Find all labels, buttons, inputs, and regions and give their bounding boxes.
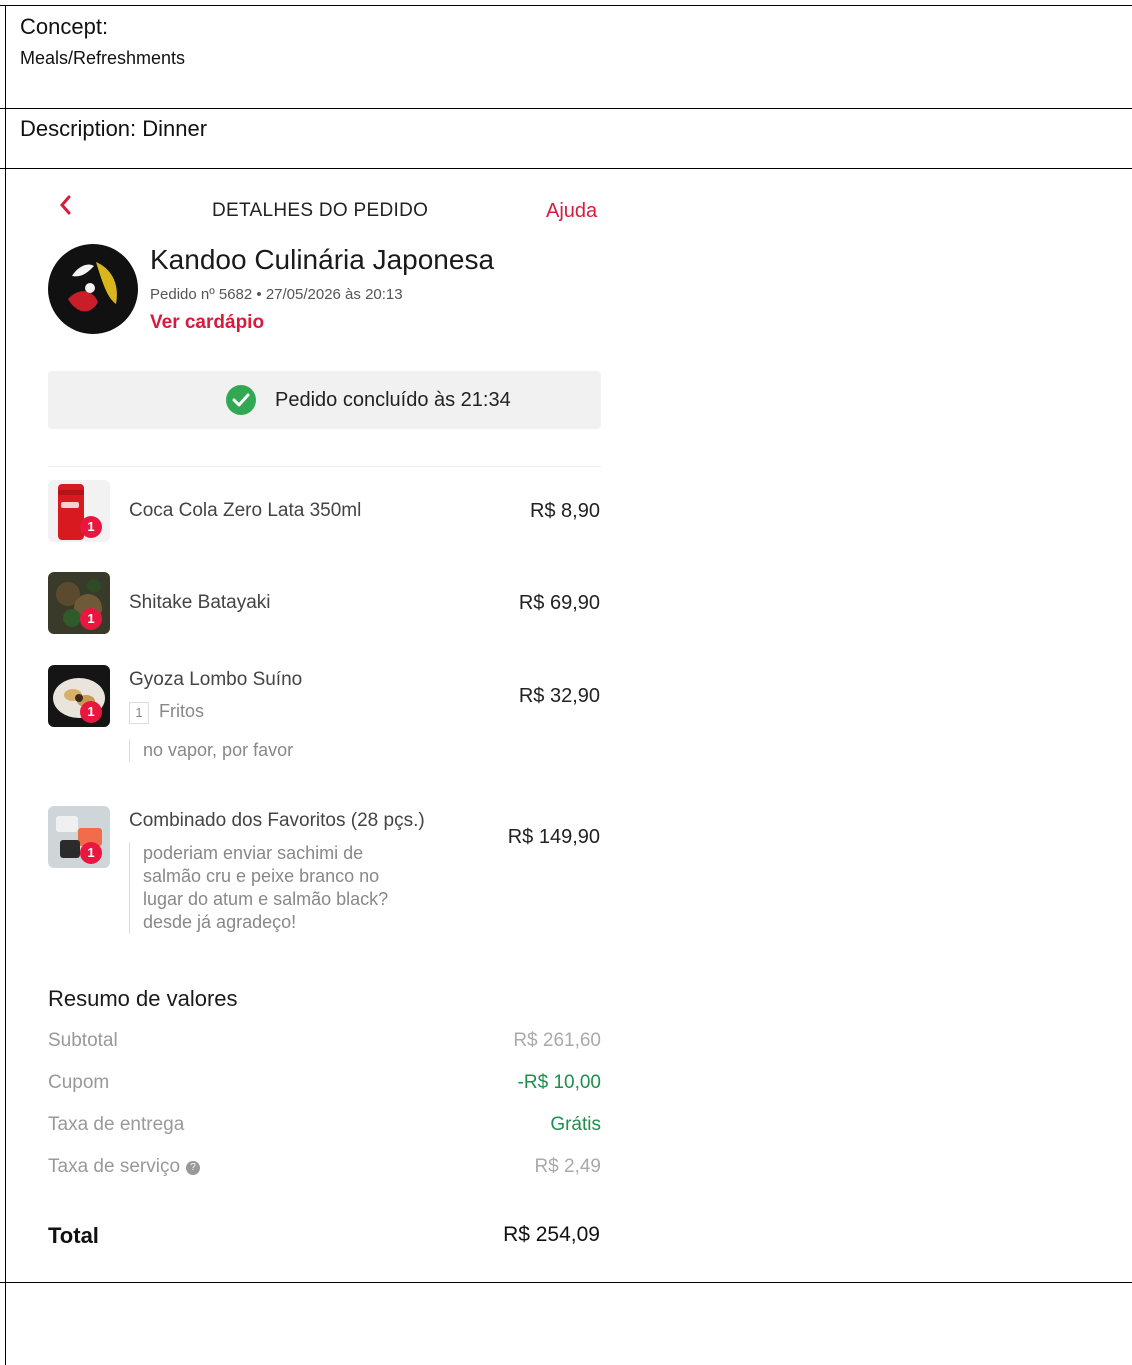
order-item-combinado: 1 Combinado dos Favoritos (28 pçs.) R$ 1… <box>0 806 615 946</box>
item-name: Shitake Batayaki <box>129 592 271 613</box>
item-price: R$ 32,90 <box>518 685 600 707</box>
item-note: poderiam enviar sachimi de salmão cru e … <box>129 842 388 934</box>
summary-title: Resumo de valores <box>48 986 238 1011</box>
item-note: no vapor, por favor <box>129 739 293 762</box>
item-thumbnail: 1 <box>48 572 110 634</box>
total-label: Total <box>48 1223 99 1248</box>
item-name: Coca Cola Zero Lata 350ml <box>129 500 362 521</box>
item-thumbnail: 1 <box>48 806 110 868</box>
quantity-badge: 1 <box>80 608 102 630</box>
summary-row-subtotal: Subtotal R$ 261,60 <box>48 1030 601 1058</box>
order-details-screenshot: DETALHES DO PEDIDO Ajuda Kandoo Culinári… <box>0 170 615 1280</box>
item-thumbnail: 1 <box>48 665 110 727</box>
summary-row-service: Taxa de serviço? R$ 2,49 <box>48 1156 601 1184</box>
subtotal-value: R$ 261,60 <box>513 1030 601 1051</box>
quantity-badge: 1 <box>80 842 102 864</box>
quantity-badge: 1 <box>80 701 102 723</box>
order-item-gyoza: 1 Gyoza Lombo Suíno R$ 32,90 1 Fritos no … <box>0 665 615 775</box>
back-button[interactable] <box>58 194 72 220</box>
item-price: R$ 8,90 <box>529 500 600 522</box>
item-note-line: salmão cru e peixe branco no <box>143 866 380 886</box>
divider <box>48 466 601 467</box>
description-field: Description: Dinner <box>20 116 208 141</box>
delivery-fee-label: Taxa de entrega <box>48 1114 185 1135</box>
item-option: 1 Fritos <box>129 701 204 724</box>
item-name: Combinado dos Favoritos (28 pçs.) <box>129 810 425 831</box>
order-status-banner: Pedido concluído às 21:34 <box>48 371 601 429</box>
item-note-line: lugar do atum e salmão black? <box>143 889 389 909</box>
item-price: R$ 69,90 <box>518 592 600 614</box>
concept-value: Meals/Refreshments <box>20 48 186 68</box>
service-fee-label: Taxa de serviço? <box>48 1156 201 1178</box>
info-icon[interactable]: ? <box>186 1161 201 1175</box>
item-thumbnail: 1 <box>48 480 110 542</box>
order-item-shitake: 1 Shitake Batayaki R$ 69,90 <box>0 572 615 642</box>
coupon-label: Cupom <box>48 1072 110 1093</box>
option-quantity: 1 <box>129 702 149 724</box>
service-fee-text: Taxa de serviço <box>48 1156 181 1177</box>
coupon-value: -R$ 10,00 <box>517 1072 601 1093</box>
service-fee-value: R$ 2,49 <box>534 1156 601 1177</box>
chevron-left-icon <box>60 195 71 215</box>
view-menu-link[interactable]: Ver cardápio <box>150 312 264 334</box>
concept-label: Concept: <box>20 14 109 39</box>
delivery-fee-value: Grátis <box>550 1114 601 1135</box>
page-title: DETALHES DO PEDIDO <box>212 200 429 221</box>
quantity-badge: 1 <box>80 516 102 538</box>
option-label: Fritos <box>159 701 204 721</box>
store-logo <box>48 244 138 334</box>
store-logo-emblem <box>49 245 137 333</box>
form-divider-3 <box>0 1282 1132 1283</box>
item-name: Gyoza Lombo Suíno <box>129 669 303 690</box>
store-name: Kandoo Culinária Japonesa <box>150 244 495 275</box>
order-info: Pedido nº 5682 • 27/05/2026 às 20:13 <box>150 286 403 303</box>
order-item-coca-cola: 1 Coca Cola Zero Lata 350ml R$ 8,90 <box>0 480 615 550</box>
form-top-border <box>0 5 1132 6</box>
form-divider-2 <box>0 168 1132 169</box>
check-circle-icon <box>226 385 256 415</box>
help-link[interactable]: Ajuda <box>546 200 597 223</box>
subtotal-label: Subtotal <box>48 1030 118 1051</box>
form-divider-1 <box>0 108 1132 109</box>
item-note-line: desde já agradeço! <box>143 912 297 932</box>
summary-row-delivery: Taxa de entrega Grátis <box>48 1114 601 1142</box>
total-value: R$ 254,09 <box>503 1223 600 1246</box>
item-note-line: poderiam enviar sachimi de <box>143 843 364 863</box>
item-price: R$ 149,90 <box>507 826 600 848</box>
order-status-text: Pedido concluído às 21:34 <box>275 389 511 411</box>
summary-row-coupon: Cupom -R$ 10,00 <box>48 1072 601 1100</box>
